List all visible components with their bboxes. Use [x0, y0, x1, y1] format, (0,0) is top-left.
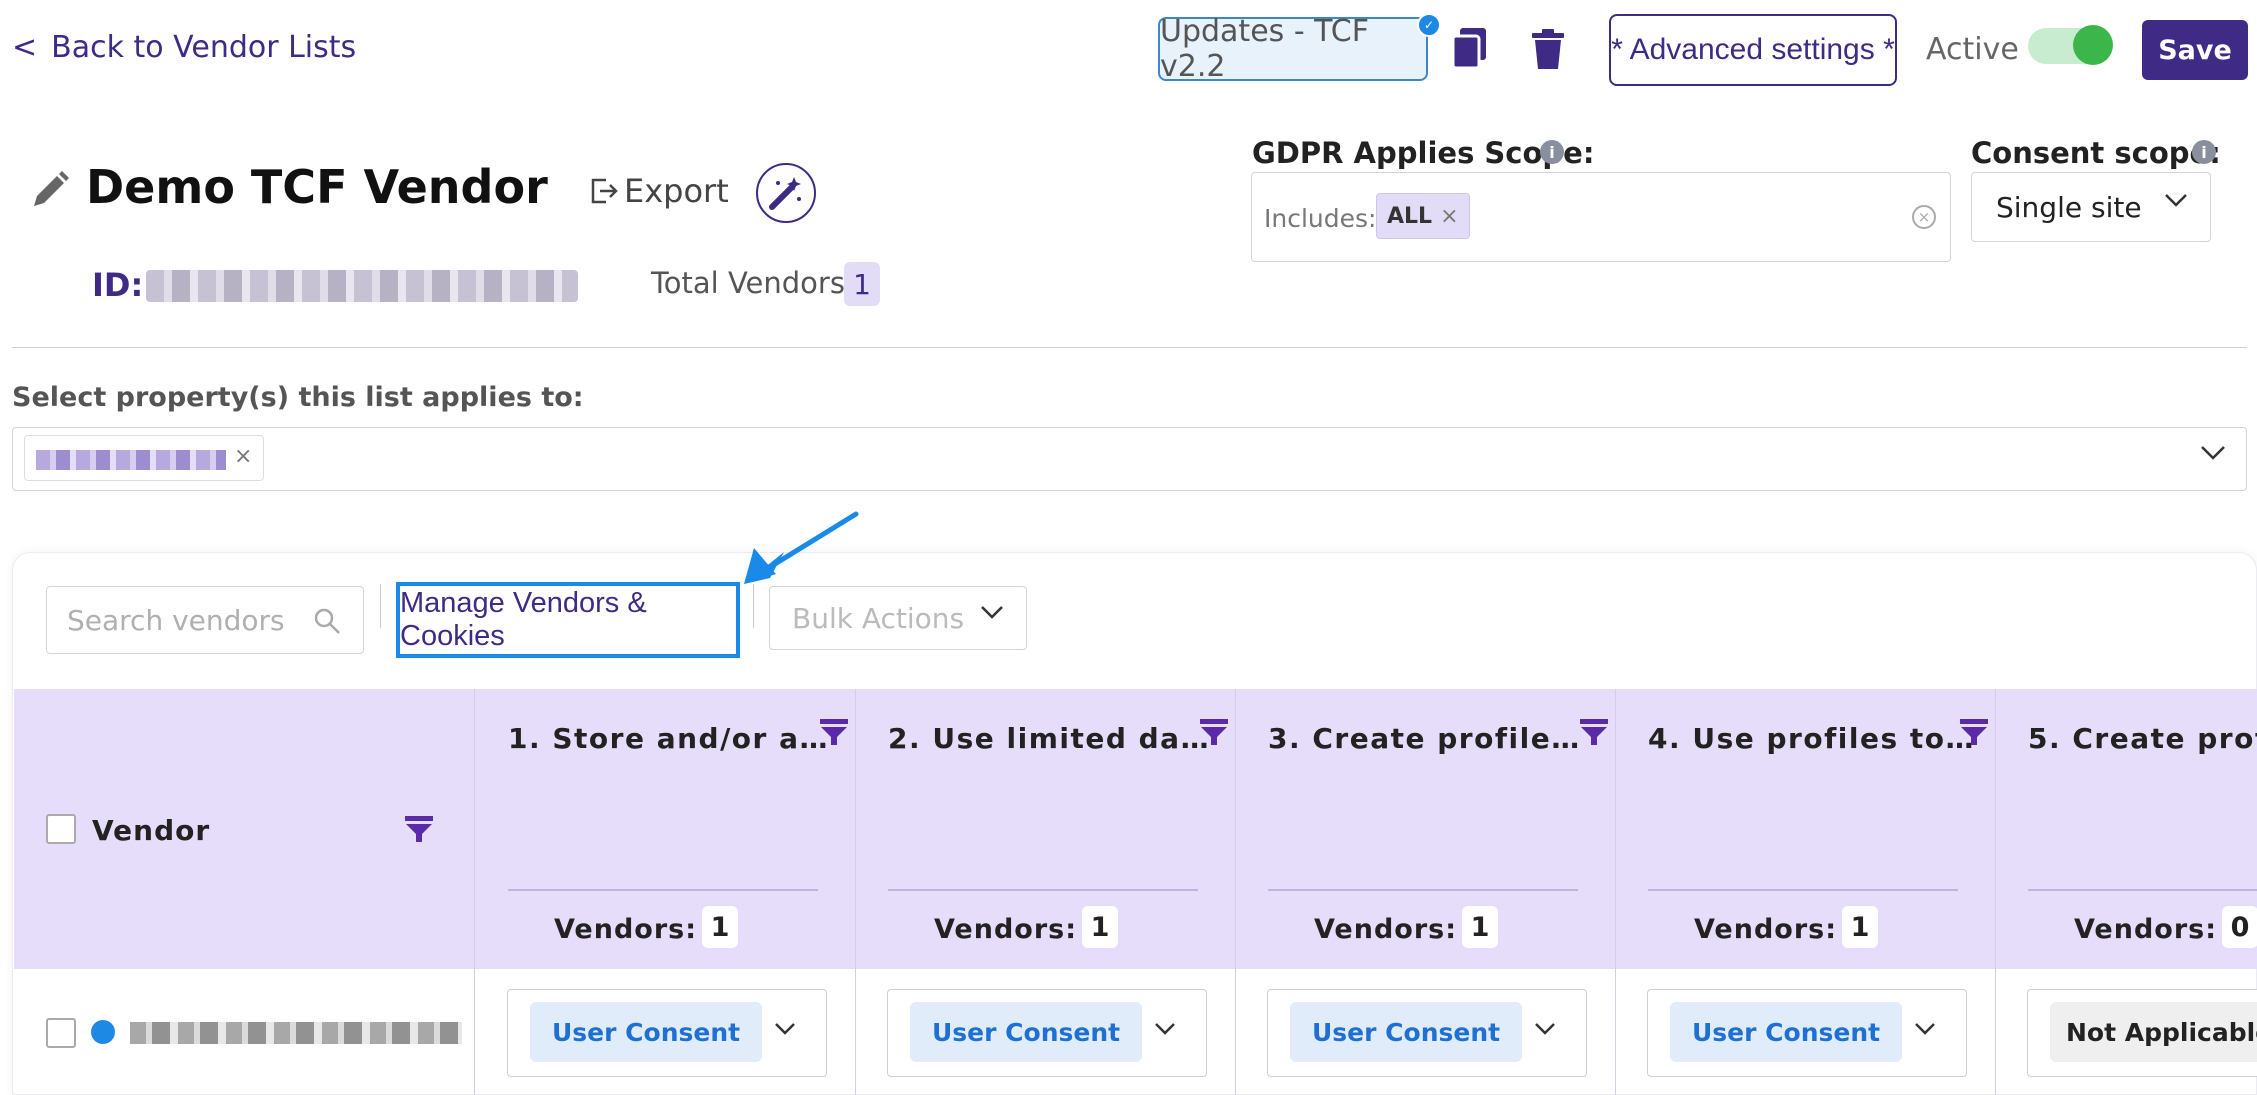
chevron-down-icon: [1915, 1023, 1935, 1035]
property-label: Select property(s) this list applies to:: [12, 382, 584, 413]
vendors-count-label: Vendors:: [2074, 914, 2218, 945]
chevron-down-icon[interactable]: [2200, 445, 2226, 461]
consent-type-select[interactable]: Not Applicable: [2027, 989, 2257, 1077]
version-check-icon: ✓: [1417, 13, 1441, 37]
filter-icon[interactable]: [819, 718, 849, 746]
chevron-down-icon: [2165, 194, 2187, 207]
vendors-count-badge: 1: [1842, 906, 1878, 948]
export-icon: [591, 178, 618, 204]
vendor-name-redacted: [130, 1022, 462, 1044]
property-select[interactable]: [12, 427, 2247, 491]
close-icon[interactable]: ×: [1440, 204, 1458, 229]
consent-type-select[interactable]: User Consent: [1267, 989, 1587, 1077]
bulk-actions-label: Bulk Actions: [792, 601, 965, 635]
property-tag-redacted: [36, 450, 226, 470]
row-checkbox[interactable]: [46, 1018, 76, 1048]
purpose-column-title: 3. Create profile…: [1268, 722, 1581, 755]
vendor-status-dot: [91, 1020, 115, 1044]
active-label: Active: [1926, 32, 2019, 67]
pencil-icon[interactable]: [30, 170, 70, 210]
vendors-count-badge: 1: [702, 906, 738, 948]
filter-icon[interactable]: [404, 815, 434, 843]
consent-scope-value: Single site: [1996, 190, 2142, 224]
purpose-column-title: 1. Store and/or a…: [508, 722, 829, 755]
consent-type-value: Not Applicable: [2050, 1002, 2257, 1062]
version-button[interactable]: Updates - TCF v2.2: [1158, 14, 1428, 84]
info-icon[interactable]: i: [2192, 140, 2216, 164]
chevron-down-icon: [981, 606, 1003, 619]
magic-wand-button[interactable]: [756, 163, 816, 223]
chevron-down-icon: [1155, 1023, 1175, 1035]
filter-icon[interactable]: [1959, 718, 1989, 746]
includes-label: Includes:: [1264, 204, 1377, 233]
divider: [888, 889, 1198, 891]
consent-type-value: User Consent: [1290, 1002, 1523, 1062]
manage-vendors-button[interactable]: Manage Vendors & Cookies: [396, 582, 740, 658]
divider: [1648, 889, 1958, 891]
purpose-column-title: 2. Use limited da…: [888, 722, 1211, 755]
save-button[interactable]: Save: [2142, 20, 2248, 80]
vendors-count-badge: 0: [2222, 906, 2257, 948]
list-name: Demo TCF Vendor List: [86, 160, 561, 214]
magic-wand-icon: [769, 177, 801, 210]
gdpr-tag-label: ALL: [1387, 203, 1433, 229]
consent-type-select[interactable]: User Consent: [887, 989, 1207, 1077]
chevron-down-icon: [1535, 1023, 1555, 1035]
divider: [753, 584, 754, 628]
consent-type-value: User Consent: [530, 1002, 763, 1062]
chevron-down-icon: [775, 1023, 795, 1035]
purpose-column-title: 4. Use profiles to…: [1648, 722, 1975, 755]
purpose-column-title: 5. Create profil: [2028, 722, 2257, 755]
search-input[interactable]: Search vendors: [46, 586, 364, 654]
vendors-count-label: Vendors:: [1314, 914, 1458, 945]
vendor-column-header: Vendor: [92, 814, 211, 847]
consent-type-value: User Consent: [910, 1002, 1143, 1062]
vendors-count-badge: 1: [1462, 906, 1498, 948]
list-id-redacted: [146, 270, 578, 302]
advanced-settings-button[interactable]: * Advanced settings *: [1609, 14, 1897, 86]
column-separator: [1235, 689, 1236, 1095]
trash-icon[interactable]: [1530, 28, 1566, 70]
annotation-arrow: [744, 511, 859, 584]
divider: [12, 347, 2247, 348]
vendors-count-label: Vendors:: [554, 914, 698, 945]
filter-icon[interactable]: [1579, 718, 1609, 746]
divider: [508, 889, 818, 891]
divider: [380, 584, 381, 628]
bulk-actions-select[interactable]: Bulk Actions: [769, 586, 1027, 650]
column-separator: [1995, 689, 1996, 1095]
column-separator: [1615, 689, 1616, 1095]
copy-icon[interactable]: [1450, 26, 1490, 72]
search-placeholder: Search vendors: [67, 603, 285, 637]
export-button[interactable]: Export: [590, 172, 729, 210]
vendors-count-badge: 1: [1082, 906, 1118, 948]
divider: [2028, 889, 2257, 891]
select-all-checkbox[interactable]: [46, 814, 76, 844]
consent-scope-label: Consent scope:: [1971, 136, 2221, 170]
info-icon[interactable]: i: [1540, 140, 1564, 164]
column-separator: [474, 689, 475, 1095]
export-label: Export: [624, 172, 729, 210]
consent-type-select[interactable]: User Consent: [1647, 989, 1967, 1077]
divider: [1268, 889, 1578, 891]
consent-scope-select[interactable]: Single site: [1971, 172, 2211, 242]
vendors-count-label: Vendors:: [1694, 914, 1838, 945]
total-vendors-badge: 1: [844, 262, 880, 306]
consent-type-value: User Consent: [1670, 1002, 1903, 1062]
search-icon: [314, 608, 340, 634]
column-separator: [855, 689, 856, 1095]
gdpr-tag[interactable]: ALL ×: [1376, 193, 1470, 239]
back-link-label: Back to Vendor Lists: [51, 30, 357, 65]
consent-type-select[interactable]: User Consent: [507, 989, 827, 1077]
active-toggle-knob[interactable]: [2073, 25, 2113, 65]
back-link[interactable]: < Back to Vendor Lists: [12, 30, 356, 65]
vendors-count-label: Vendors:: [934, 914, 1078, 945]
id-label: ID:: [92, 266, 144, 304]
filter-icon[interactable]: [1199, 718, 1229, 746]
clear-icon[interactable]: ×: [1912, 205, 1936, 229]
close-icon[interactable]: ×: [234, 444, 252, 469]
chevron-left-icon: <: [12, 30, 38, 65]
total-vendors-label: Total Vendors: [651, 266, 845, 300]
